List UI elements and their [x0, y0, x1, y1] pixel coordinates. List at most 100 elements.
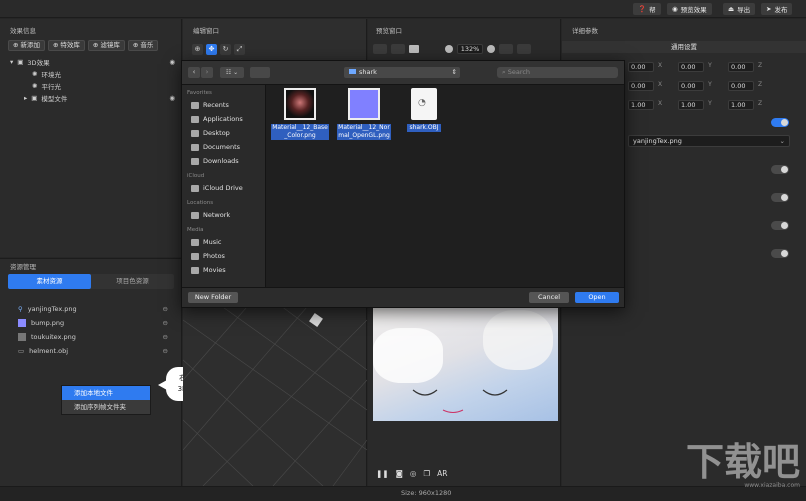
rotate-tool-icon[interactable]: ↻ — [220, 44, 231, 55]
sidebar-item-recents[interactable]: Recents — [182, 98, 265, 112]
enable-toggle[interactable] — [771, 118, 789, 127]
tab-project-color-resources[interactable]: 项目色资源 — [91, 274, 174, 289]
scale-y-input[interactable]: 1.00 — [678, 100, 704, 110]
sidebar-item-documents[interactable]: Documents — [182, 140, 265, 154]
context-menu-item-add-sequence-folder[interactable]: 添加序列帧文件夹 — [62, 400, 150, 414]
filter-library-button[interactable]: ⊕ 滤镜库 — [87, 40, 125, 51]
context-menu-item-add-local-file[interactable]: 添加本地文件 — [62, 386, 150, 400]
aspect-icon[interactable] — [499, 44, 513, 54]
new-folder-icon[interactable] — [250, 67, 270, 78]
new-folder-button[interactable]: New Folder — [188, 292, 238, 303]
folder-icon — [349, 69, 356, 74]
resource-file-row[interactable]: toukuitex.png ⊖ — [18, 330, 168, 344]
send-icon: ➤ — [766, 5, 772, 13]
sleeping-eyes-pattern — [412, 389, 508, 413]
effects-panel-title: 效果信息 — [10, 27, 36, 35]
device-icon[interactable] — [517, 44, 531, 54]
scale-x-input[interactable]: 1.00 — [628, 100, 654, 110]
sidebar-item-photos[interactable]: Photos — [182, 249, 265, 263]
sidebar-item-applications[interactable]: Applications — [182, 112, 265, 126]
tree-item-model-file[interactable]: ▸ ▣ 模型文件 ◉ — [10, 92, 175, 104]
view-mode-button[interactable]: ☷ ⌄ — [220, 67, 244, 78]
edit-tools: ⊕ ✥ ↻ ⤢ — [192, 44, 245, 55]
visibility-eye-icon[interactable]: ◉ — [169, 58, 175, 66]
tree-item-3d-effect[interactable]: ▾ ▣ 3D效果 ◉ — [10, 56, 175, 68]
scale-tool-icon[interactable]: ⤢ — [234, 44, 245, 55]
layout-icon[interactable] — [391, 44, 405, 54]
cancel-button[interactable]: Cancel — [529, 292, 569, 303]
option-toggle-2[interactable] — [771, 193, 789, 202]
export-button[interactable]: ⏏ 导出 — [723, 3, 756, 15]
ar-toggle[interactable]: AR — [437, 469, 447, 478]
zoom-level[interactable]: 132% — [457, 44, 483, 54]
tab-material-resources[interactable]: 素材资源 — [8, 274, 91, 289]
position-x-input[interactable]: 0.00 — [628, 62, 654, 72]
obj-document-icon: ◔ — [411, 88, 437, 120]
pause-icon[interactable]: ❚❚ — [376, 469, 389, 478]
position-z-input[interactable]: 0.00 — [728, 62, 754, 72]
open-button[interactable]: Open — [575, 292, 619, 303]
details-panel-title: 详细参数 — [572, 27, 598, 35]
position-y-input[interactable]: 0.00 — [678, 62, 704, 72]
zoom-in-icon[interactable] — [487, 45, 495, 53]
rotation-x-input[interactable]: 0.00 — [628, 81, 654, 91]
resource-file-row[interactable]: ▭ helment.obj ⊖ — [18, 344, 168, 358]
option-toggle-3[interactable] — [771, 221, 789, 230]
tree-item-directional-light[interactable]: ✺ 平行光 — [10, 80, 175, 92]
preview-shirt-fold — [483, 310, 553, 370]
resource-file-row[interactable]: bump.png ⊖ — [18, 316, 168, 330]
sidebar-item-icloud-drive[interactable]: iCloud Drive — [182, 181, 265, 195]
visibility-eye-icon[interactable]: ◉ — [169, 94, 175, 102]
texture-select[interactable]: yanjingTex.png ⌄ — [628, 135, 790, 147]
forward-button[interactable]: › — [201, 67, 213, 78]
effects-panel — [0, 19, 182, 257]
resource-file-row[interactable]: ⚲ yanjingTex.png ⊖ — [18, 302, 168, 316]
zoom-out-icon[interactable] — [445, 45, 453, 53]
record-icon[interactable]: ◎ — [410, 469, 417, 478]
rotation-z-input[interactable]: 0.00 — [728, 81, 754, 91]
sidebar-item-desktop[interactable]: Desktop — [182, 126, 265, 140]
effects-library-button[interactable]: ⊕ 特效库 — [47, 40, 85, 51]
obj-file-icon: ▭ — [18, 347, 25, 355]
sidebar-item-downloads[interactable]: Downloads — [182, 154, 265, 168]
new-add-button[interactable]: ⊕ 新添加 — [8, 40, 45, 51]
link-icon[interactable]: ⊖ — [163, 319, 168, 327]
sidebar-item-music[interactable]: Music — [182, 235, 265, 249]
gallery-icon[interactable]: ❐ — [423, 469, 430, 478]
resource-tabs: 素材资源 项目色资源 — [8, 274, 174, 289]
move-tool-icon[interactable]: ✥ — [206, 44, 217, 55]
camera-capture-icon[interactable]: ◙ — [396, 469, 403, 478]
file-thumbnail — [348, 88, 380, 120]
dialog-sidebar: Favorites Recents Applications Desktop D… — [182, 85, 266, 287]
link-icon[interactable]: ⊖ — [163, 305, 168, 313]
camera-icon[interactable] — [409, 45, 419, 53]
tree-item-ambient-light[interactable]: ✺ 环境光 — [10, 68, 175, 80]
viewport-grid[interactable] — [183, 300, 367, 486]
sidebar-item-movies[interactable]: Movies — [182, 263, 265, 277]
select-tool-icon[interactable]: ⊕ — [192, 44, 203, 55]
photos-icon — [191, 252, 199, 260]
link-icon[interactable]: ⊖ — [163, 347, 168, 355]
chevron-updown-icon: ⇕ — [451, 68, 457, 76]
file-item-shark-obj[interactable]: ◔ shark.OBJ — [398, 88, 450, 150]
scale-z-input[interactable]: 1.00 — [728, 100, 754, 110]
publish-button[interactable]: ➤ 发布 — [761, 3, 793, 15]
link-icon[interactable]: ⊖ — [163, 333, 168, 341]
file-item-normal-map[interactable]: Material__12_Nor mal_OpenGL.png — [334, 88, 394, 150]
eye-icon: ◉ — [672, 5, 678, 13]
preview-effect-button[interactable]: ◉ 预览效果 — [667, 3, 712, 15]
rotation-y-input[interactable]: 0.00 — [678, 81, 704, 91]
image-icon[interactable] — [373, 44, 387, 54]
downloads-icon — [191, 157, 199, 165]
dialog-search-field[interactable]: ⌕ Search — [497, 67, 618, 78]
path-popup[interactable]: shark ⇕ — [344, 67, 460, 78]
sidebar-item-network[interactable]: Network — [182, 208, 265, 222]
resource-panel-title: 资源管理 — [10, 263, 36, 271]
file-item-base-color[interactable]: Material__12_Base _Color.png — [270, 88, 330, 150]
option-toggle-4[interactable] — [771, 249, 789, 258]
music-button[interactable]: ⊕ 音乐 — [127, 40, 159, 51]
help-button[interactable]: ❓ 帮 — [633, 3, 661, 15]
option-toggle-1[interactable] — [771, 165, 789, 174]
back-button[interactable]: ‹ — [188, 67, 200, 78]
general-settings-header: 通用设置 — [562, 41, 806, 53]
